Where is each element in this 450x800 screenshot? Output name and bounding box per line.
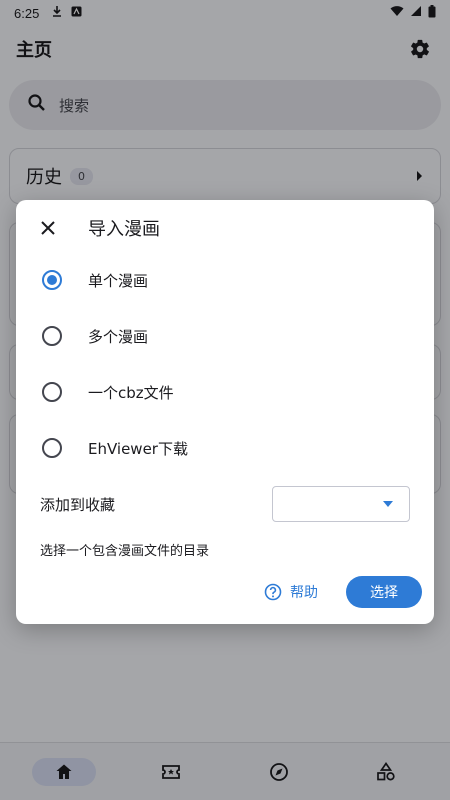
add-to-favorites-row: 添加到收藏 [40, 486, 410, 522]
dialog-title: 导入漫画 [88, 219, 160, 240]
radio-button[interactable] [42, 382, 62, 402]
favorites-label: 添加到收藏 [40, 495, 116, 514]
help-button[interactable]: 帮助 [264, 582, 318, 602]
dropdown-arrow-icon [383, 501, 393, 507]
option-label: 一个cbz文件 [88, 383, 174, 402]
dialog-actions: 帮助 选择 [264, 576, 422, 608]
import-comics-dialog: 导入漫画 单个漫画 多个漫画 一个cbz文件 EhViewer下载 添加到收藏 … [16, 200, 434, 624]
radio-button[interactable] [42, 438, 62, 458]
dialog-header: 导入漫画 [16, 200, 434, 256]
option-cbz-file[interactable]: 一个cbz文件 [16, 370, 434, 414]
favorites-dropdown[interactable] [272, 486, 410, 522]
option-multiple-comics[interactable]: 多个漫画 [16, 314, 434, 358]
select-button[interactable]: 选择 [346, 576, 422, 608]
close-icon [41, 221, 55, 235]
close-button[interactable] [38, 218, 58, 238]
option-single-comic[interactable]: 单个漫画 [16, 258, 434, 302]
option-label: EhViewer下载 [88, 439, 188, 458]
help-icon [264, 583, 282, 601]
help-label: 帮助 [290, 585, 318, 601]
hint-text: 选择一个包含漫画文件的目录 [40, 544, 210, 559]
option-ehviewer-downloads[interactable]: EhViewer下载 [16, 426, 434, 470]
option-label: 单个漫画 [88, 271, 149, 290]
radio-button-checked[interactable] [42, 270, 62, 290]
radio-button[interactable] [42, 326, 62, 346]
option-label: 多个漫画 [88, 327, 149, 346]
